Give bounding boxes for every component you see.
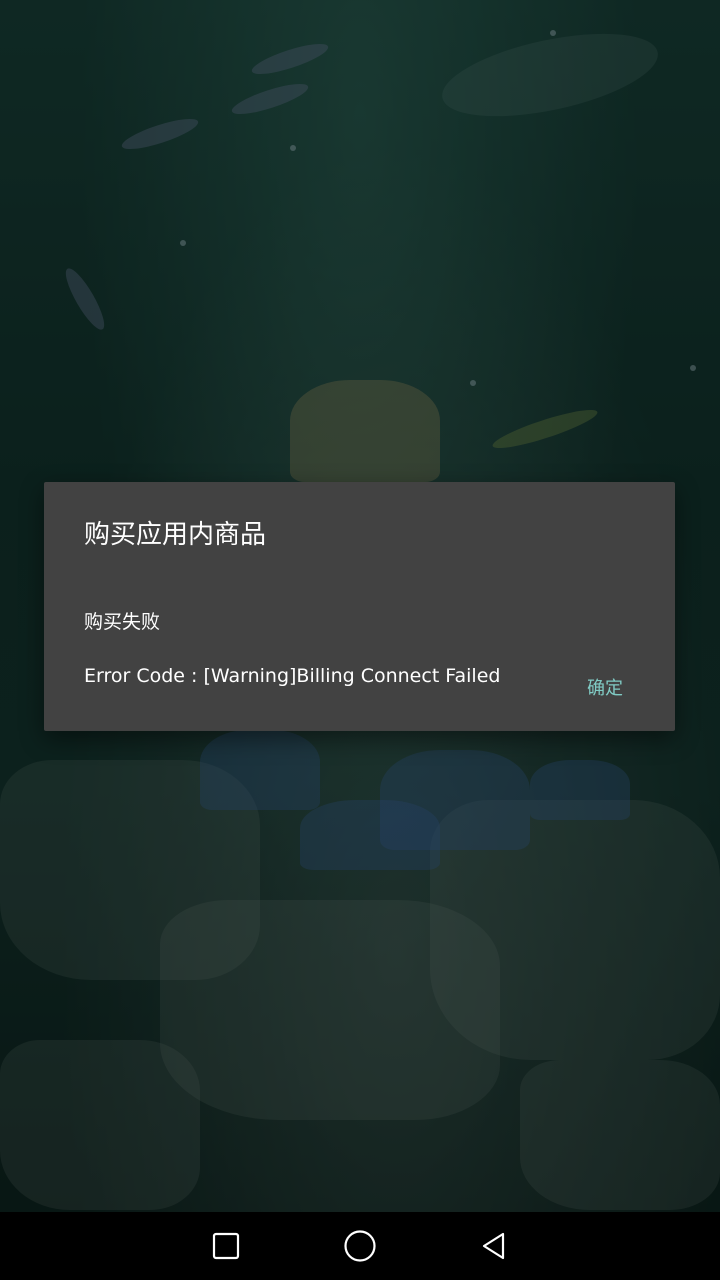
purchase-error-dialog: 购买应用内商品 购买失败 Error Code : [Warning]Billi…	[44, 482, 675, 731]
home-button[interactable]	[340, 1226, 380, 1266]
dialog-message-line: Error Code : [Warning]Billing Connect Fa…	[84, 665, 501, 687]
navigation-bar	[0, 1212, 720, 1280]
dialog-message: 购买失败 Error Code : [Warning]Billing Conne…	[84, 582, 500, 717]
dialog-message-line: 购买失败	[84, 611, 161, 633]
dialog-title: 购买应用内商品	[84, 520, 267, 550]
recents-button[interactable]	[206, 1226, 246, 1266]
recents-square-icon	[212, 1232, 240, 1260]
back-triangle-icon	[482, 1232, 505, 1260]
home-circle-icon	[344, 1230, 376, 1262]
confirm-button[interactable]: 确定	[575, 668, 635, 706]
back-button[interactable]	[474, 1226, 514, 1266]
